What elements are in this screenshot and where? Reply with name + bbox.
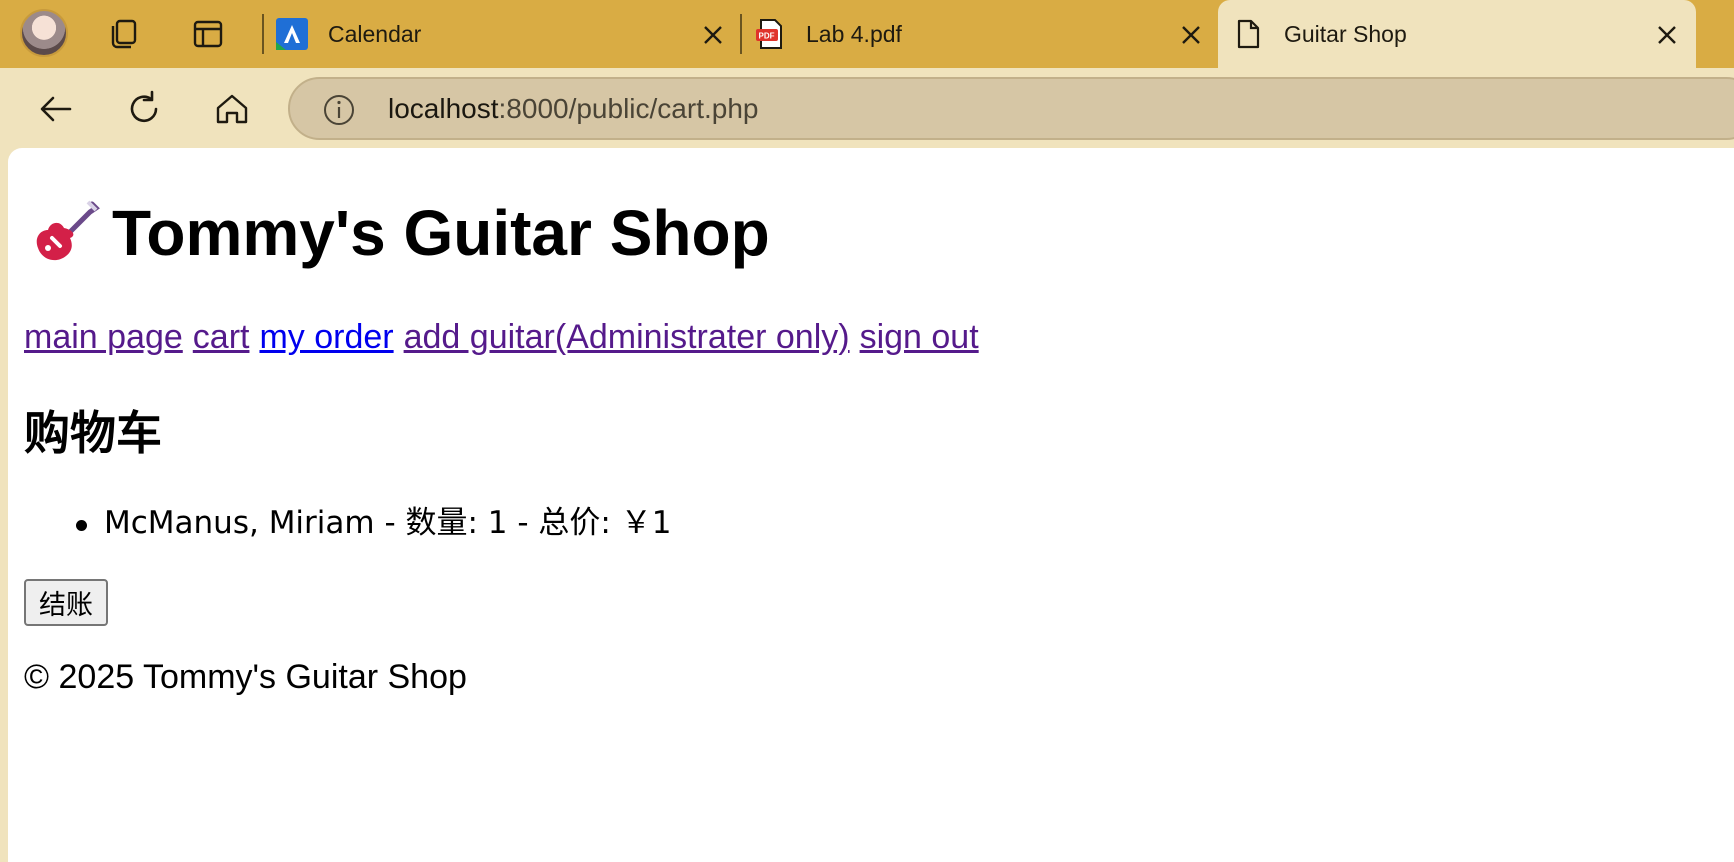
page-footer: © 2025 Tommy's Guitar Shop — [24, 658, 467, 696]
page-icon — [1237, 19, 1260, 49]
cart-list: McManus, Miriam - 数量: 1 - 总价: ￥1 — [76, 508, 671, 539]
url-path: :8000/public/cart.php — [498, 93, 759, 124]
nav-link-cart[interactable]: cart — [193, 318, 250, 356]
site-info-icon[interactable] — [322, 93, 356, 127]
cart-item: McManus, Miriam - 数量: 1 - 总价: ￥1 — [76, 508, 671, 539]
tab-lab4-pdf[interactable]: PDF Lab 4.pdf — [750, 0, 1210, 68]
nav-link-my-order[interactable]: my order — [259, 318, 393, 356]
address-bar[interactable]: localhost:8000/public/cart.php — [288, 77, 1734, 140]
nav-link-main-page[interactable]: main page — [24, 318, 183, 356]
close-icon[interactable] — [1178, 22, 1204, 48]
guitar-icon — [36, 200, 100, 261]
tab-guitar-shop[interactable]: Guitar Shop — [1218, 0, 1696, 68]
nav-link-sign-out[interactable]: sign out — [860, 318, 979, 356]
list-bullet — [76, 520, 87, 531]
site-title-text: Tommy's Guitar Shop — [112, 197, 770, 269]
tab-title: Lab 4.pdf — [806, 21, 902, 47]
close-icon[interactable] — [700, 22, 726, 48]
home-icon[interactable] — [212, 89, 252, 129]
refresh-icon[interactable] — [124, 89, 164, 129]
tab-divider — [262, 14, 264, 54]
site-nav: main page cart my order add guitar(Administ… — [24, 320, 989, 354]
svg-text:PDF: PDF — [759, 32, 775, 41]
tab-title: Calendar — [328, 21, 422, 47]
tab-divider — [740, 14, 742, 54]
tab-calendar[interactable]: Calendar — [272, 0, 742, 68]
tab-title: Guitar Shop — [1284, 21, 1407, 47]
cart-heading: 购物车 — [24, 406, 162, 460]
calendar-app-icon — [276, 18, 308, 50]
nav-link-add-guitar[interactable]: add guitar(Administrater only) — [404, 318, 850, 356]
tab-strip: Calendar PDF Lab 4.pdf Guitar Shop — [0, 0, 1734, 68]
collections-icon[interactable] — [106, 16, 142, 52]
url-host: localhost — [388, 93, 499, 124]
profile-avatar[interactable] — [20, 9, 68, 57]
cart-item-text: McManus, Miriam - 数量: 1 - 总价: ￥1 — [104, 505, 672, 541]
url-text: localhost:8000/public/cart.php — [388, 93, 758, 125]
close-icon[interactable] — [1654, 22, 1680, 48]
pdf-icon: PDF — [756, 19, 782, 49]
checkout-button[interactable]: 结账 — [24, 579, 108, 626]
site-title: Tommy's Guitar Shop — [24, 198, 770, 268]
page-viewport: Tommy's Guitar Shop main page cart my orde… — [8, 148, 1734, 862]
vertical-tabs-icon[interactable] — [190, 16, 226, 52]
back-arrow-icon[interactable] — [36, 89, 76, 129]
browser-toolbar: localhost:8000/public/cart.php — [0, 68, 1734, 148]
